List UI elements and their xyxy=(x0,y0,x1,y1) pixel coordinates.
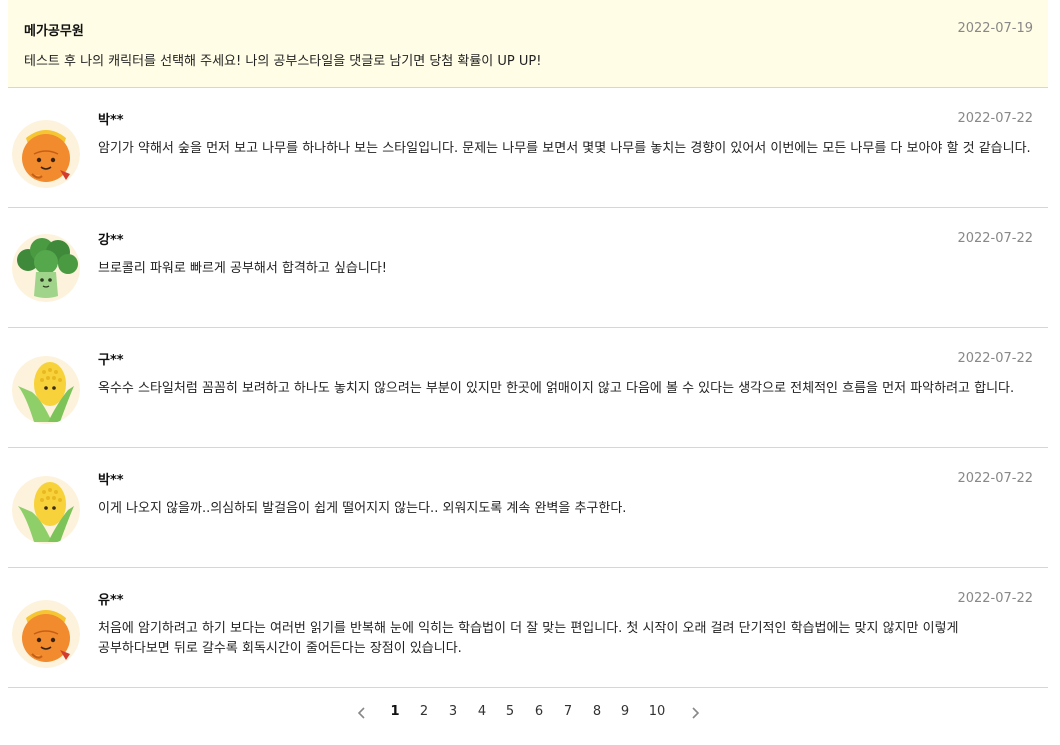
comment-text: 옥수수 스타일처럼 꼼꼼히 보려하고 하나도 놓치지 않으려는 부분이 있지만 … xyxy=(98,381,1015,396)
page-3-link[interactable]: 3 xyxy=(443,704,463,719)
corn-character-icon xyxy=(12,476,80,544)
comment-text: 이게 나오지 않을까..의심하되 발걸음이 쉽게 떨어지지 않는다.. 외워지도… xyxy=(98,501,627,516)
comment-date: 2022-07-22 xyxy=(957,231,1033,246)
comment-date: 2022-07-22 xyxy=(957,111,1033,126)
page-4-link[interactable]: 4 xyxy=(472,704,492,719)
comment-author: 유** xyxy=(98,593,124,608)
comment-text: 처음에 암기하려고 하기 보다는 여러번 읽기를 반복해 눈에 익히는 학습법이… xyxy=(98,621,959,656)
page-9-link[interactable]: 9 xyxy=(615,704,635,719)
notice-date: 2022-07-19 xyxy=(957,21,1033,36)
tangerine-character-icon xyxy=(12,600,80,668)
comment-date: 2022-07-22 xyxy=(957,471,1033,486)
comment-text: 브로콜리 파워로 빠르게 공부해서 합격하고 싶습니다! xyxy=(98,261,387,276)
chevron-right-icon[interactable] xyxy=(688,704,702,722)
pagination: 1 2 3 4 5 6 7 8 9 10 xyxy=(0,700,1060,728)
page-6-link[interactable]: 6 xyxy=(529,704,549,719)
page-7-link[interactable]: 7 xyxy=(558,704,578,719)
comment-item: 구** 2022-07-22 옥수수 스타일처럼 꼼꼼히 보려하고 하나도 놓치… xyxy=(8,328,1048,448)
page-1-link[interactable]: 1 xyxy=(385,704,405,719)
comment-author: 박** xyxy=(98,113,124,128)
page-8-link[interactable]: 8 xyxy=(587,704,607,719)
comment-item: 유** 2022-07-22 처음에 암기하려고 하기 보다는 여러번 읽기를 … xyxy=(8,568,1048,688)
corn-character-icon xyxy=(12,356,80,424)
notice-comment: 메가공무원 2022-07-19 테스트 후 나의 캐릭터를 선택해 주세요! … xyxy=(8,0,1048,88)
comment-item: 강** 2022-07-22 브로콜리 파워로 빠르게 공부해서 합격하고 싶습… xyxy=(8,208,1048,328)
comment-author: 구** xyxy=(98,353,124,368)
comment-item: 박** 2022-07-22 이게 나오지 않을까..의심하되 발걸음이 쉽게 … xyxy=(8,448,1048,568)
page-10-link[interactable]: 10 xyxy=(647,704,667,719)
notice-text: 테스트 후 나의 캐릭터를 선택해 주세요! 나의 공부스타일을 댓글로 남기면… xyxy=(24,54,542,69)
comment-item: 박** 2022-07-22 암기가 약해서 숲을 먼저 보고 나무를 하나하나… xyxy=(8,88,1048,208)
comment-text: 암기가 약해서 숲을 먼저 보고 나무를 하나하나 보는 스타일입니다. 문제는… xyxy=(98,141,1031,156)
comment-date: 2022-07-22 xyxy=(957,351,1033,366)
comment-author: 박** xyxy=(98,473,124,488)
page-2-link[interactable]: 2 xyxy=(414,704,434,719)
comment-author: 강** xyxy=(98,233,124,248)
page-5-link[interactable]: 5 xyxy=(500,704,520,719)
tangerine-character-icon xyxy=(12,120,80,188)
chevron-left-icon[interactable] xyxy=(355,704,369,722)
comment-date: 2022-07-22 xyxy=(957,591,1033,606)
broccoli-character-icon xyxy=(12,234,80,302)
notice-author: 메가공무원 xyxy=(24,24,84,39)
